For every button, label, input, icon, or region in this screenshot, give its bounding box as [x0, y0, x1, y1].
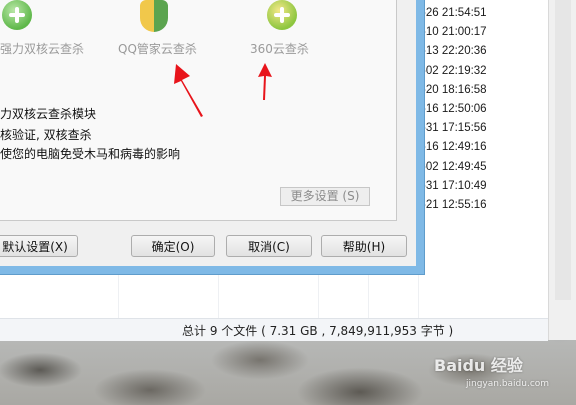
more-settings-button[interactable]: 更多设置 (S) [280, 187, 370, 206]
scan-settings-dialog: 强力双核云查杀 QQ管家云查杀 360云查杀 力双核云查杀模块 核验证, 双核查… [0, 0, 425, 275]
engine-label-360[interactable]: 360云查杀 [250, 40, 309, 57]
engine-label-dual-core[interactable]: 强力双核云查杀 [0, 40, 84, 57]
list-item[interactable]: -31 17:15:56 [422, 119, 532, 138]
description-line: 力双核云查杀模块 [0, 107, 97, 121]
description-line: 使您的电脑免受木马和病毒的影响 [0, 147, 181, 161]
360-cloud-scan-icon[interactable] [267, 0, 297, 30]
dual-core-cloud-scan-icon[interactable] [2, 0, 32, 30]
baidu-jingyan-watermark: Baidu 经验 [434, 356, 523, 375]
description-line: 核验证, 双核查杀 [0, 128, 92, 142]
default-settings-button[interactable]: 默认设置(X) [0, 235, 78, 257]
status-bar: 总计 9 个文件 ( 7.31 GB , 7,849,911,953 字节 ) [0, 318, 548, 341]
vertical-scrollbar[interactable] [548, 0, 576, 340]
list-item[interactable]: -02 22:19:32 [422, 62, 532, 81]
engine-label-qq-manager[interactable]: QQ管家云查杀 [118, 40, 197, 57]
help-button[interactable]: 帮助(H) [321, 235, 407, 257]
list-item[interactable]: -13 22:20:36 [422, 42, 532, 61]
list-item[interactable]: -26 21:54:51 [422, 4, 532, 23]
list-item[interactable]: -02 12:49:45 [422, 158, 532, 177]
modified-time-column: -26 21:54:51 -10 21:00:17 -13 22:20:36 -… [422, 4, 532, 215]
list-item[interactable]: -20 18:16:58 [422, 81, 532, 100]
dialog-body: 强力双核云查杀 QQ管家云查杀 360云查杀 力双核云查杀模块 核验证, 双核查… [0, 0, 416, 266]
list-item[interactable]: -16 12:50:06 [422, 100, 532, 119]
file-total-status: 总计 9 个文件 ( 7.31 GB , 7,849,911,953 字节 ) [182, 324, 454, 338]
list-item[interactable]: -10 21:00:17 [422, 23, 532, 42]
list-item[interactable]: -21 12:55:16 [422, 196, 532, 215]
annotation-arrow-360 [258, 63, 272, 100]
watermark-url: jingyan.baidu.com [466, 379, 550, 389]
annotation-arrow-qq [174, 64, 203, 117]
scrollbar-thumb[interactable] [555, 0, 571, 300]
list-item[interactable]: -16 12:49:16 [422, 138, 532, 157]
cancel-button[interactable]: 取消(C) [226, 235, 312, 257]
qq-manager-shield-icon[interactable] [140, 0, 168, 32]
ok-button[interactable]: 确定(O) [131, 235, 215, 257]
list-item[interactable]: -31 17:10:49 [422, 177, 532, 196]
